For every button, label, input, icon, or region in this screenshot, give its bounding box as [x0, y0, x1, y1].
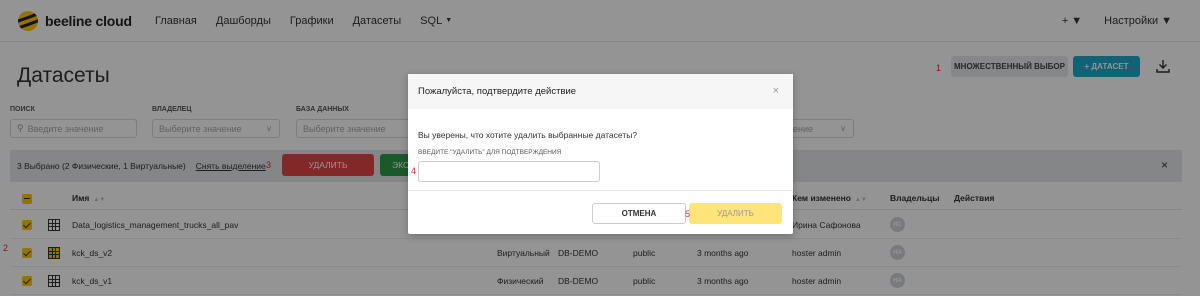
- confirm-input-label: ВВЕДИТЕ "УДАЛИТЬ" ДЛЯ ПОДТВЕРЖДЕНИЯ: [418, 149, 562, 156]
- modal-header: Пожалуйста, подтвердите действие: [408, 74, 793, 109]
- confirm-delete-input[interactable]: [418, 161, 600, 182]
- confirm-delete-modal: Пожалуйста, подтвердите действие × Вы ув…: [408, 74, 793, 234]
- modal-body: Вы уверены, что хотите удалить выбранные…: [408, 109, 793, 191]
- close-icon[interactable]: ×: [773, 85, 779, 97]
- annotation-marker: 4: [411, 166, 417, 176]
- modal-question: Вы уверены, что хотите удалить выбранные…: [418, 130, 638, 140]
- confirm-delete-button[interactable]: УДАЛИТЬ: [689, 203, 782, 224]
- modal-title: Пожалуйста, подтвердите действие: [418, 86, 577, 97]
- cancel-button[interactable]: ОТМЕНА: [592, 203, 686, 224]
- annotation-marker: 5: [685, 209, 691, 219]
